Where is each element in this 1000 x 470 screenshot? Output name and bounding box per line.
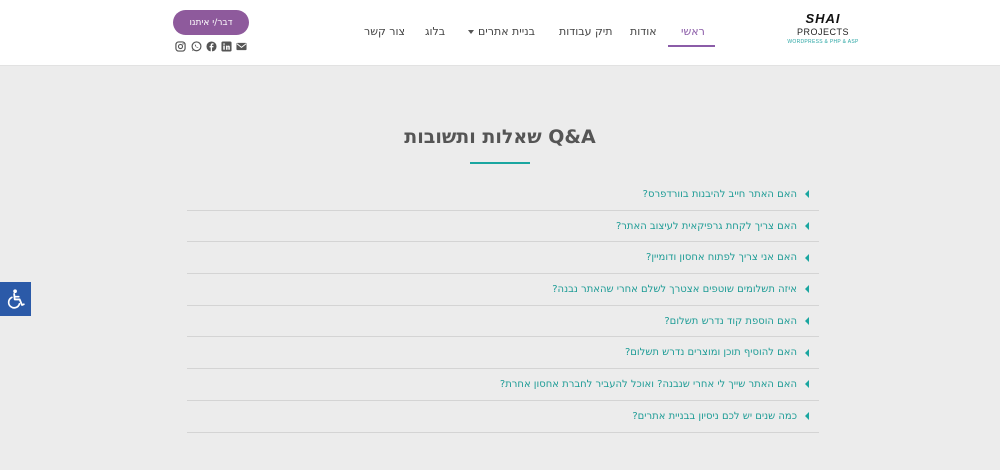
nav-active-underline	[668, 45, 715, 47]
email-icon[interactable]	[236, 41, 247, 52]
caret-left-icon	[805, 380, 809, 389]
faq-question: האם אני צריך לפתוח אחסון ודומיין?	[646, 252, 797, 264]
faq-item[interactable]: האם האתר חייב להיבנות בוורדפרס?	[187, 179, 819, 211]
wheelchair-icon	[7, 289, 25, 309]
logo-line-3: WORDPRESS & PHP & ASP	[787, 39, 859, 45]
faq-item[interactable]: האם הוספת קוד נדרש תשלום?	[187, 306, 819, 338]
caret-left-icon	[805, 222, 809, 231]
faq-question: האם האתר שייך לי אחרי שנבנה? ואוכל להעבי…	[499, 378, 797, 390]
faq-accordion: האם האתר חייב להיבנות בוורדפרס? האם צריך…	[187, 179, 819, 433]
faq-question: האם להוסיף תוכן ומוצרים נדרש תשלום?	[624, 347, 797, 359]
nav-item-contact[interactable]: צור קשר	[364, 25, 405, 38]
caret-left-icon	[805, 317, 809, 326]
caret-left-icon	[805, 348, 809, 357]
faq-question: האם הוספת קוד נדרש תשלום?	[664, 315, 797, 327]
faq-question: איזה תשלומים שוטפים אצטרך לשלם אחרי שהאת…	[552, 283, 797, 295]
linkedin-icon[interactable]	[221, 41, 232, 52]
instagram-icon[interactable]	[175, 41, 186, 52]
caret-left-icon	[805, 285, 809, 294]
accessibility-button[interactable]	[0, 282, 31, 316]
nav-item-blog[interactable]: בלוג	[425, 25, 445, 38]
nav-item-portfolio[interactable]: תיק עבודות	[559, 25, 612, 38]
faq-item[interactable]: האם האתר שייך לי אחרי שנבנה? ואוכל להעבי…	[187, 369, 819, 401]
logo-line-2: PROJECTS	[796, 27, 849, 37]
nav-item-about[interactable]: אודות	[630, 25, 657, 38]
caret-left-icon	[805, 253, 809, 262]
faq-item[interactable]: האם אני צריך לפתוח אחסון ודומיין?	[187, 242, 819, 275]
faq-item[interactable]: האם צריך לקחת גרפיקאית לעיצוב האתר?	[187, 211, 819, 243]
chevron-down-icon	[468, 30, 474, 34]
facebook-icon[interactable]	[206, 41, 217, 52]
caret-left-icon	[805, 412, 809, 421]
caret-left-icon	[805, 190, 809, 199]
site-header: SHAI PROJECTS WORDPRESS & PHP & ASP ראשי…	[0, 0, 1000, 66]
nav-item-website-building-label: בניית אתרים	[478, 25, 535, 38]
faq-question: כמה שנים יש לכם ניסיון בבניית אתרים?	[632, 410, 797, 422]
nav-item-website-building[interactable]: בניית אתרים	[468, 25, 535, 38]
faq-item[interactable]: האם להוסיף תוכן ומוצרים נדרש תשלום?	[187, 337, 819, 370]
logo-line-1: SHAI	[805, 11, 841, 26]
nav-item-home[interactable]: ראשי	[681, 25, 705, 38]
contact-us-button[interactable]: דבר/י איתנו	[173, 10, 249, 35]
faq-item[interactable]: כמה שנים יש לכם ניסיון בבניית אתרים?	[187, 401, 819, 433]
faq-title: שאלות ותשובות Q&A	[404, 126, 596, 148]
faq-question: האם צריך לקחת גרפיקאית לעיצוב האתר?	[615, 220, 797, 232]
whatsapp-icon[interactable]	[191, 41, 202, 52]
faq-question: האם האתר חייב להיבנות בוורדפרס?	[642, 188, 797, 200]
site-logo[interactable]: SHAI PROJECTS WORDPRESS & PHP & ASP	[786, 12, 860, 46]
faq-item[interactable]: איזה תשלומים שוטפים אצטרך לשלם אחרי שהאת…	[187, 274, 819, 306]
faq-title-underline	[470, 162, 530, 164]
